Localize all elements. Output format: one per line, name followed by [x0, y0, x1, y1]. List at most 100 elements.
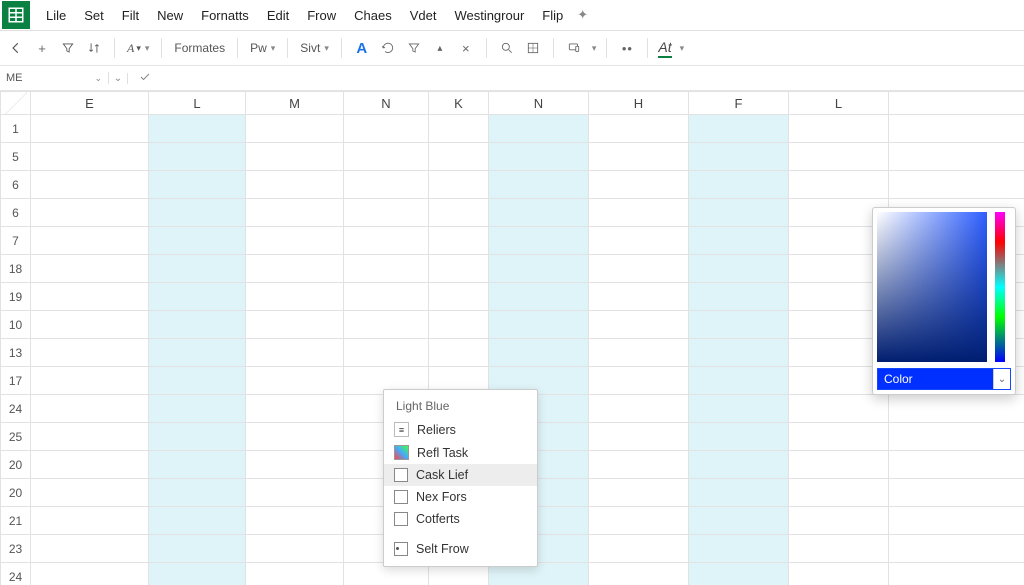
cell[interactable] [344, 143, 429, 171]
context-item[interactable]: Refl Task [384, 441, 537, 464]
cell[interactable] [149, 507, 246, 535]
cell[interactable] [31, 423, 149, 451]
cell[interactable] [689, 507, 789, 535]
cell[interactable] [789, 423, 889, 451]
dropdown-icon[interactable]: ▴ [430, 38, 450, 58]
cell[interactable] [246, 227, 344, 255]
menu-lile[interactable]: Lile [38, 4, 74, 27]
col-header[interactable]: N [489, 92, 589, 115]
row-header[interactable]: 24 [1, 563, 31, 585]
color-field[interactable]: Color ⌄ [877, 368, 1011, 390]
cell[interactable] [31, 395, 149, 423]
color-picker[interactable]: Color ⌄ [872, 207, 1016, 395]
cell[interactable] [149, 255, 246, 283]
cell[interactable] [149, 283, 246, 311]
cell[interactable] [889, 115, 1024, 143]
cell[interactable] [31, 535, 149, 563]
cell[interactable] [429, 199, 489, 227]
cell[interactable] [689, 171, 789, 199]
formula-bar[interactable] [128, 71, 1024, 86]
cell[interactable] [689, 227, 789, 255]
cell[interactable] [789, 171, 889, 199]
cell[interactable] [149, 367, 246, 395]
cell[interactable] [689, 143, 789, 171]
cell[interactable] [31, 311, 149, 339]
menu-westingrour[interactable]: Westingrour [446, 4, 532, 27]
plus-icon[interactable]: + [32, 38, 52, 58]
cell[interactable] [689, 311, 789, 339]
row-header[interactable]: 10 [1, 311, 31, 339]
col-header[interactable]: K [429, 92, 489, 115]
menu-frow[interactable]: Frow [299, 4, 344, 27]
cell[interactable] [246, 115, 344, 143]
row-header[interactable]: 25 [1, 423, 31, 451]
cell[interactable] [789, 507, 889, 535]
cell[interactable] [246, 563, 344, 585]
cell[interactable] [344, 283, 429, 311]
cell[interactable] [489, 311, 589, 339]
cell[interactable] [589, 171, 689, 199]
col-header[interactable]: L [789, 92, 889, 115]
row-header[interactable]: 6 [1, 199, 31, 227]
cell[interactable] [789, 451, 889, 479]
filter-icon[interactable] [58, 38, 78, 58]
cell[interactable] [149, 479, 246, 507]
cell[interactable] [31, 367, 149, 395]
row-header[interactable]: 24 [1, 395, 31, 423]
row-header[interactable]: 20 [1, 479, 31, 507]
cell[interactable] [689, 451, 789, 479]
cell[interactable] [689, 115, 789, 143]
cell[interactable] [429, 311, 489, 339]
cell[interactable] [429, 227, 489, 255]
cell[interactable] [246, 283, 344, 311]
cell[interactable] [429, 339, 489, 367]
cell[interactable] [589, 423, 689, 451]
menu-add-icon[interactable]: ✦ [571, 3, 594, 27]
cell[interactable] [889, 507, 1024, 535]
select-all-corner[interactable] [1, 92, 31, 115]
cell[interactable] [489, 255, 589, 283]
close-icon[interactable]: × [456, 38, 476, 58]
cell[interactable] [149, 423, 246, 451]
cell[interactable] [149, 339, 246, 367]
cell[interactable] [429, 255, 489, 283]
cell[interactable] [689, 283, 789, 311]
context-item[interactable]: Cotferts [384, 508, 537, 530]
cell[interactable] [689, 339, 789, 367]
cell[interactable] [31, 507, 149, 535]
cell[interactable] [246, 423, 344, 451]
cell[interactable] [789, 563, 889, 585]
cell[interactable] [246, 479, 344, 507]
cell[interactable] [489, 143, 589, 171]
cell[interactable] [149, 199, 246, 227]
cell[interactable] [344, 255, 429, 283]
cell[interactable] [589, 451, 689, 479]
cell[interactable] [489, 339, 589, 367]
row-header[interactable]: 20 [1, 451, 31, 479]
cell[interactable] [149, 171, 246, 199]
row-header[interactable]: 5 [1, 143, 31, 171]
device-icon[interactable] [564, 38, 584, 58]
cell[interactable] [589, 507, 689, 535]
cell[interactable] [689, 255, 789, 283]
cell[interactable] [149, 535, 246, 563]
cell[interactable] [31, 199, 149, 227]
cell[interactable] [789, 479, 889, 507]
cell[interactable] [344, 115, 429, 143]
cell[interactable] [246, 143, 344, 171]
row-header[interactable]: 19 [1, 283, 31, 311]
cell[interactable] [589, 367, 689, 395]
cell[interactable] [149, 227, 246, 255]
cell[interactable] [149, 451, 246, 479]
col-header[interactable]: L [149, 92, 246, 115]
cell[interactable] [149, 311, 246, 339]
cell[interactable] [789, 535, 889, 563]
cell[interactable] [149, 115, 246, 143]
menu-edit[interactable]: Edit [259, 4, 297, 27]
funnel-icon[interactable] [404, 38, 424, 58]
cell[interactable] [429, 283, 489, 311]
cell[interactable] [489, 227, 589, 255]
cell[interactable] [429, 143, 489, 171]
cell[interactable] [246, 311, 344, 339]
fx-dropdown[interactable]: ⌄ [109, 73, 128, 84]
